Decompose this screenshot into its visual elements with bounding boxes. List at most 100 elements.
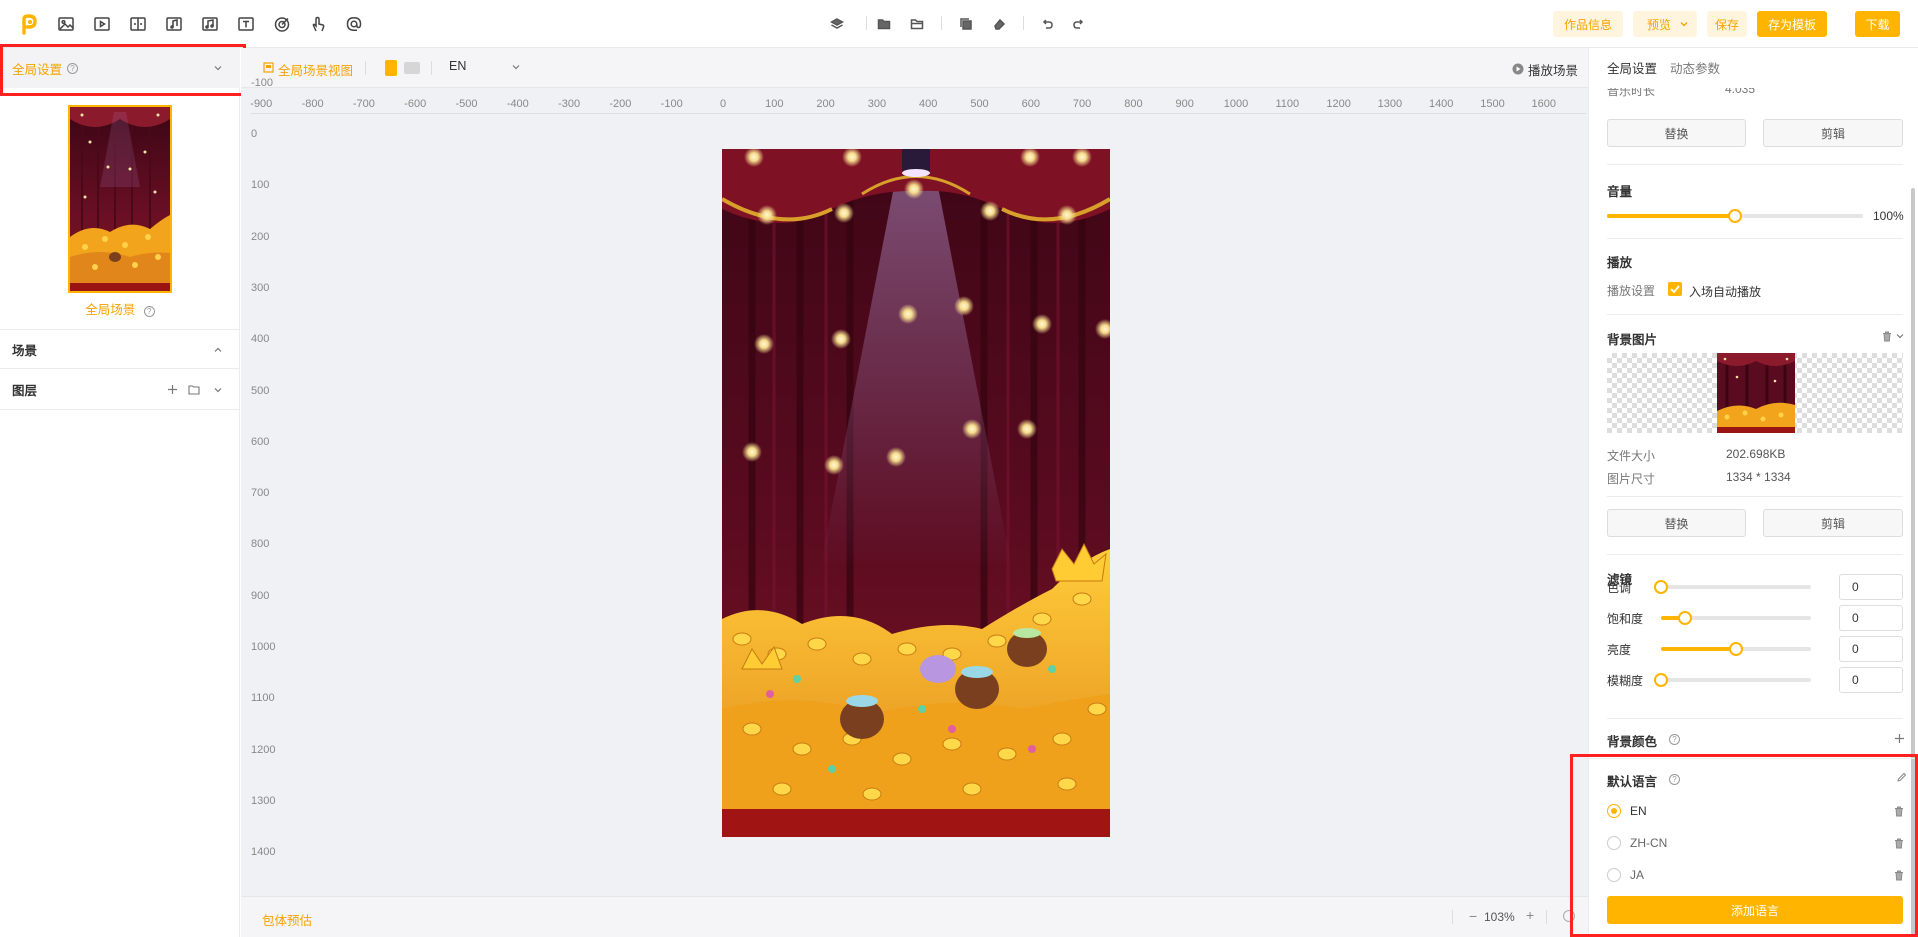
vertical-ruler: -100 0 100 200 300 400 500 600 700 800 900 1000 1100… <box>241 77 281 904</box>
zoom-in-icon[interactable]: + <box>1526 907 1534 923</box>
image-icon[interactable] <box>55 13 77 35</box>
package-estimate-button[interactable]: 包体预估 <box>262 910 312 929</box>
ruler-tick-label: 1200 <box>251 743 276 756</box>
language-radio[interactable] <box>1607 804 1621 818</box>
ruler-tick-label: 1300 <box>1377 98 1403 110</box>
global-scene-view-button[interactable]: 全局场景视图 <box>278 60 353 79</box>
scene-background-image <box>722 149 1110 837</box>
ruler-tick-label: -400 <box>506 98 529 110</box>
folder-icon[interactable] <box>188 384 200 395</box>
scene-section-header[interactable]: 场景 <box>0 329 240 369</box>
split-icon[interactable] <box>127 13 149 35</box>
theme-yellow-swatch[interactable] <box>385 60 397 76</box>
filter-slider[interactable] <box>1654 580 1811 594</box>
layers-icon[interactable] <box>826 13 848 35</box>
zoom-out-icon[interactable]: − <box>1469 908 1477 924</box>
replace-audio-button[interactable]: 替换 <box>1607 119 1746 147</box>
filter-value-input[interactable]: 0 <box>1839 605 1903 631</box>
language-code: ZH-CN <box>1630 836 1668 850</box>
chevron-down-icon[interactable] <box>1895 331 1905 341</box>
trash-icon[interactable] <box>1894 870 1904 881</box>
filter-slider-handle[interactable] <box>1654 580 1668 594</box>
zoom-level: 103% <box>1484 910 1515 924</box>
canvas-subtoolbar: 全局场景视图 EN 播放场景 <box>241 48 1588 88</box>
canvas-area: 全局场景视图 EN 播放场景 -900 -800 -700 -600 -500 -400-… <box>241 48 1588 937</box>
file-size-label: 文件大小 <box>1607 449 1656 463</box>
image-size-value: 1334 * 1334 <box>1726 470 1791 484</box>
chevron-down-icon <box>512 65 520 70</box>
copy-icon[interactable] <box>955 13 977 35</box>
layer-label: 图层 <box>12 384 38 398</box>
auto-play-checkbox[interactable] <box>1668 282 1682 296</box>
plus-icon[interactable] <box>1894 733 1905 744</box>
right-scrollbar[interactable] <box>1911 188 1915 937</box>
ruler-tick-label: 0 <box>719 98 727 110</box>
replace-image-button[interactable]: 替换 <box>1607 509 1746 537</box>
bg-image-preview[interactable] <box>1607 353 1903 433</box>
filter-slider-handle[interactable] <box>1729 642 1743 656</box>
volume-slider[interactable] <box>1607 209 1863 223</box>
gesture-icon[interactable] <box>307 13 329 35</box>
project-info-button[interactable]: 作品信息 <box>1553 11 1623 37</box>
ruler-tick-label: 0 <box>251 128 258 140</box>
chevron-up-icon[interactable] <box>213 345 223 355</box>
target-icon[interactable] <box>271 13 293 35</box>
crop-image-button[interactable]: 剪辑 <box>1763 509 1903 537</box>
scene-canvas[interactable] <box>722 149 1110 837</box>
chevron-down-icon <box>1680 22 1688 27</box>
language-select[interactable]: EN <box>449 59 531 79</box>
music-icon[interactable] <box>199 13 221 35</box>
help-icon[interactable] <box>1563 910 1575 922</box>
filter-slider[interactable] <box>1654 673 1811 687</box>
ruler-tick-label: -100 <box>251 76 274 89</box>
undo-icon[interactable] <box>1036 13 1058 35</box>
language-code: JA <box>1630 868 1645 882</box>
global-scene-thumbnail[interactable] <box>68 105 172 293</box>
add-language-button[interactable]: 添加语言 <box>1607 896 1903 924</box>
ruler-tick-label: 600 <box>1021 98 1040 110</box>
language-radio[interactable] <box>1607 868 1621 882</box>
at-icon[interactable] <box>343 13 365 35</box>
folder-icon[interactable] <box>873 13 895 35</box>
eraser-icon[interactable] <box>988 13 1010 35</box>
filter-slider[interactable] <box>1661 611 1811 625</box>
video-icon[interactable] <box>91 13 113 35</box>
crop-audio-button[interactable]: 剪辑 <box>1763 119 1903 147</box>
filter-value-input[interactable]: 0 <box>1839 667 1903 693</box>
plus-icon[interactable] <box>167 384 178 395</box>
filter-slider-handle[interactable] <box>1678 611 1692 625</box>
redo-icon[interactable] <box>1068 13 1090 35</box>
audio-icon[interactable] <box>163 13 185 35</box>
ruler-tick-label: 700 <box>1072 98 1092 110</box>
trash-icon[interactable] <box>1882 331 1892 342</box>
volume-slider-handle[interactable] <box>1728 209 1742 223</box>
download-button[interactable]: 下载 <box>1855 11 1900 37</box>
play-scene-button[interactable]: 播放场景 <box>1512 59 1578 79</box>
save-button[interactable]: 保存 <box>1707 11 1747 37</box>
volume-label: 音量 <box>1607 185 1633 199</box>
filter-value-input[interactable]: 0 <box>1839 574 1903 600</box>
preview-dropdown[interactable]: 预览 <box>1633 11 1697 37</box>
global-settings-header[interactable]: 全局设置 ? <box>0 48 240 88</box>
tab-dynamic-params[interactable]: 动态参数 <box>1670 58 1720 77</box>
filter-slider[interactable] <box>1661 642 1811 656</box>
save-template-button[interactable]: 存为模板 <box>1757 11 1827 37</box>
trash-icon[interactable] <box>1894 806 1904 817</box>
tab-global-settings[interactable]: 全局设置 <box>1607 58 1657 77</box>
folder-open-icon[interactable] <box>906 13 928 35</box>
filter-slider-handle[interactable] <box>1654 673 1668 687</box>
theme-gray-swatch[interactable] <box>404 62 420 74</box>
chevron-down-icon[interactable] <box>213 385 223 395</box>
chevron-down-icon[interactable] <box>213 63 223 73</box>
filter-value-input[interactable]: 0 <box>1839 636 1903 662</box>
right-panel: 全局设置 动态参数 音乐时长 4.035 替换 剪辑 音量 100% 播放 播放… <box>1588 48 1918 937</box>
edit-icon[interactable] <box>1896 772 1907 783</box>
ruler-tick-label: -900 <box>250 98 273 110</box>
language-radio[interactable] <box>1607 836 1621 850</box>
ruler-tick-label: 1100 <box>251 692 275 705</box>
playback-label: 播放 <box>1607 256 1633 270</box>
layer-section-header[interactable]: 图层 <box>0 370 240 410</box>
trash-icon[interactable] <box>1894 838 1904 849</box>
global-scene-label: 全局场景 <box>85 303 136 317</box>
text-icon[interactable] <box>235 13 257 35</box>
